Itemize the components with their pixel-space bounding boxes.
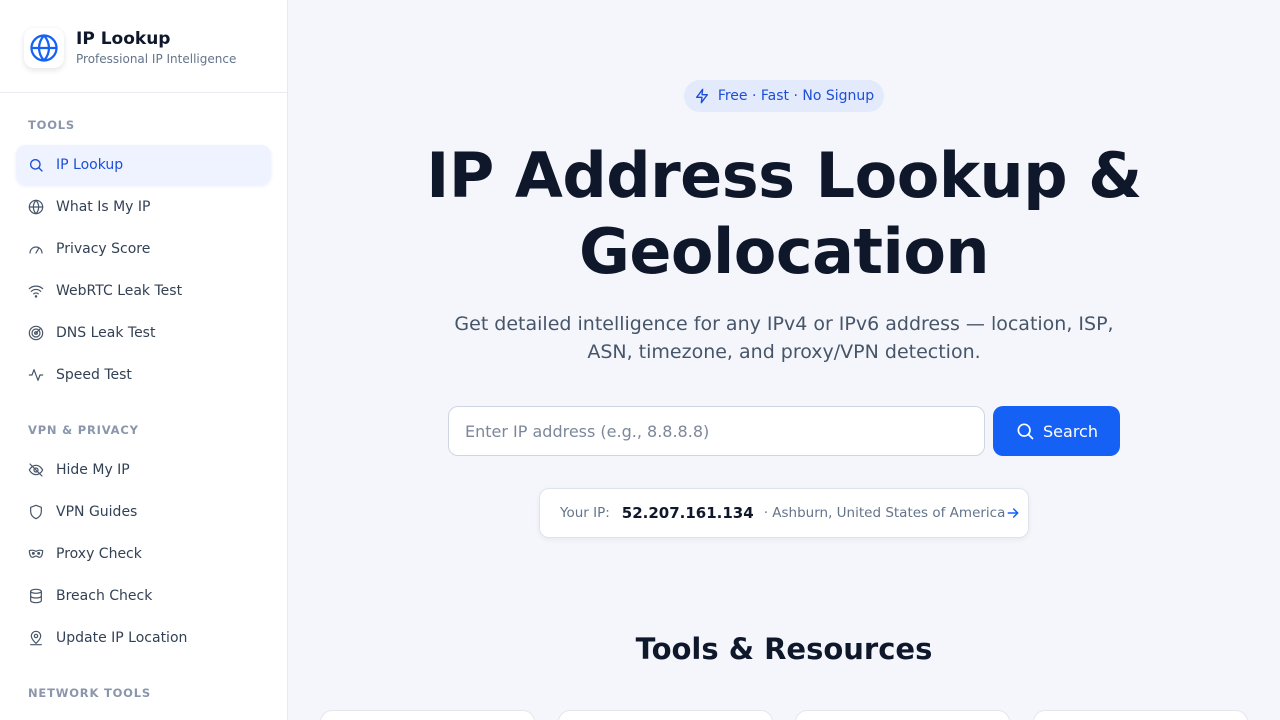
page-title: IP Address Lookup & Geolocation (288, 138, 1280, 290)
sidebar-item-label: Breach Check (56, 588, 153, 604)
nav-section-tools: TOOLS IP Lookup What Is My IP Privacy Sc… (0, 93, 287, 395)
gauge-icon (28, 241, 44, 257)
sidebar-item-label: Update IP Location (56, 630, 188, 646)
globe-icon (28, 199, 44, 215)
sidebar-item-dns-leak-test[interactable]: DNS Leak Test (16, 313, 271, 353)
sidebar-item-label: Hide My IP (56, 462, 130, 478)
map-pin-user-icon (28, 630, 44, 646)
arrow-right-icon (1005, 505, 1021, 521)
sidebar-item-label: Proxy Check (56, 546, 142, 562)
your-ip-value: 52.207.161.134 (621, 504, 754, 522)
sidebar-item-webrtc-leak-test[interactable]: WebRTC Leak Test (16, 271, 271, 311)
lightning-icon (694, 88, 710, 104)
globe-icon (24, 28, 64, 68)
sidebar-item-label: DNS Leak Test (56, 325, 156, 341)
page-title-line1: IP Address Lookup & (426, 139, 1142, 212)
nav-heading-network-tools: NETWORK TOOLS (28, 686, 151, 700)
sidebar-item-what-is-my-ip[interactable]: What Is My IP (16, 187, 271, 227)
sidebar-item-label: Privacy Score (56, 241, 151, 257)
page-subtitle: Get detailed intelligence for any IPv4 o… (438, 310, 1130, 366)
sidebar-item-vpn-guides[interactable]: VPN Guides (16, 492, 271, 532)
sidebar-item-ip-lookup[interactable]: IP Lookup (16, 145, 271, 185)
search-button[interactable]: Search (993, 406, 1120, 456)
feature-badge-text: Free · Fast · No Signup (717, 88, 875, 104)
radar-icon (28, 325, 44, 341)
shield-icon (28, 504, 44, 520)
database-icon (28, 588, 44, 604)
activity-icon (28, 367, 44, 383)
sidebar-item-label: IP Lookup (56, 157, 124, 173)
nav-heading-vpn-privacy: VPN & PRIVACY (28, 423, 139, 437)
sidebar-item-label: What Is My IP (56, 199, 151, 215)
sidebar-item-hide-my-ip[interactable]: Hide My IP (16, 450, 271, 490)
search-icon (28, 157, 44, 173)
brand[interactable]: IP Lookup Professional IP Intelligence (0, 0, 287, 93)
sidebar-item-privacy-score[interactable]: Privacy Score (16, 229, 271, 269)
mask-icon (28, 546, 44, 562)
sidebar-item-label: Speed Test (56, 367, 132, 383)
sidebar-item-label: VPN Guides (56, 504, 138, 520)
sidebar-item-proxy-check[interactable]: Proxy Check (16, 534, 271, 574)
resource-card[interactable] (1033, 710, 1248, 720)
page-subtitle-line1: Get detailed intelligence for any IPv4 o… (454, 313, 1114, 335)
page-title-line2: Geolocation (578, 215, 990, 288)
sidebar-item-label: WebRTC Leak Test (56, 283, 183, 299)
main-content: Free · Fast · No Signup IP Address Looku… (288, 0, 1280, 720)
search-icon (1015, 421, 1035, 441)
sidebar-item-update-ip-location[interactable]: Update IP Location (16, 618, 271, 658)
feature-badge: Free · Fast · No Signup (684, 80, 884, 112)
nav-section-network-tools: NETWORK TOOLS (0, 660, 287, 702)
ip-search-input[interactable] (448, 406, 985, 456)
brand-title: IP Lookup (76, 29, 171, 49)
nav-section-vpn-privacy: VPN & PRIVACY Hide My IP VPN Guides Prox… (0, 397, 287, 658)
sidebar-item-breach-check[interactable]: Breach Check (16, 576, 271, 616)
eye-off-icon (28, 462, 44, 478)
sidebar: IP Lookup Professional IP Intelligence T… (0, 0, 288, 720)
resource-card[interactable] (795, 710, 1010, 720)
your-ip-card[interactable]: Your IP: 52.207.161.134 · Ashburn, Unite… (539, 488, 1029, 538)
page-subtitle-line2: ASN, timezone, and proxy/VPN detection. (587, 341, 981, 363)
your-ip-location: · Ashburn, United States of America (763, 505, 1006, 521)
section-title-tools-resources: Tools & Resources (635, 632, 933, 666)
your-ip-label: Your IP: (560, 505, 610, 521)
resource-card[interactable] (320, 710, 535, 720)
resource-card[interactable] (558, 710, 773, 720)
sidebar-item-speed-test[interactable]: Speed Test (16, 355, 271, 395)
search-button-label: Search (1043, 421, 1098, 441)
wifi-icon (28, 283, 44, 299)
brand-subtitle: Professional IP Intelligence (76, 52, 237, 66)
nav-heading-tools: TOOLS (28, 118, 76, 132)
